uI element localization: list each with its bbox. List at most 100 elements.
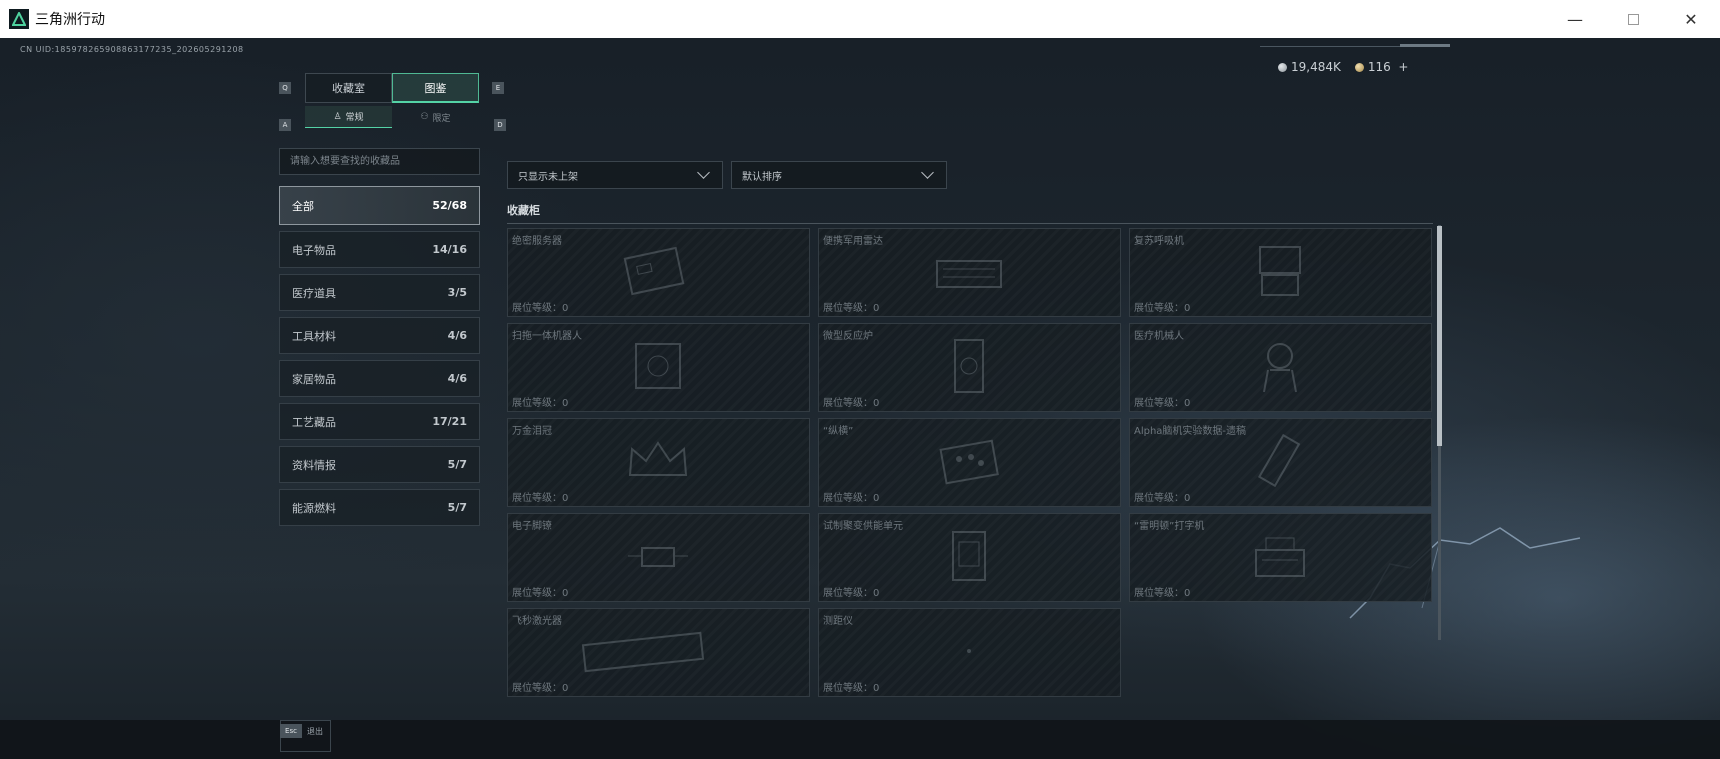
back-hint: Esc 退出 — [280, 724, 323, 738]
collection-card[interactable]: 试制聚变供能单元 展位等级：0 — [818, 513, 1121, 602]
category-tools[interactable]: 工具材料 4/6 — [279, 317, 480, 354]
card-name: 扫拖一体机器人 — [512, 331, 582, 342]
chevron-down-icon — [697, 166, 710, 179]
category-intel[interactable]: 资料情报 5/7 — [279, 446, 480, 483]
category-label: 医疗道具 — [292, 286, 336, 300]
category-count: 4/6 — [447, 372, 467, 385]
currency-bar: 19,484K 116 + — [1278, 60, 1408, 74]
card-name: “雷明顿”打字机 — [1134, 521, 1205, 532]
back-label: 退出 — [307, 726, 323, 736]
category-label: 工具材料 — [292, 329, 336, 343]
window-titlebar: 三角洲行动 — ✕ — [0, 0, 1720, 38]
category-energy[interactable]: 能源燃料 5/7 — [279, 489, 480, 526]
category-household[interactable]: 家居物品 4/6 — [279, 360, 480, 397]
subtab-regular-label: 常规 — [345, 113, 364, 123]
collection-card[interactable]: 电子脚镣 展位等级：0 — [507, 513, 810, 602]
card-name: 电子脚镣 — [512, 521, 552, 532]
subtab-limited-label: 限定 — [432, 113, 451, 124]
section-divider — [507, 223, 1433, 224]
collection-card[interactable]: 万金泪冠 展位等级：0 — [507, 418, 810, 507]
card-name: 便携军用雷达 — [823, 236, 883, 247]
app-logo-icon — [9, 9, 29, 29]
maximize-icon — [1627, 13, 1639, 25]
collection-card[interactable]: “雷明顿”打字机 展位等级：0 — [1129, 513, 1432, 602]
card-level: 展位等级：0 — [1134, 303, 1191, 314]
radar-icon — [936, 260, 1002, 288]
add-currency-button[interactable]: + — [1398, 60, 1408, 74]
key-hint-q: Q — [279, 82, 291, 94]
collection-card[interactable]: 便携军用雷达 展位等级：0 — [818, 228, 1121, 317]
category-electronics[interactable]: 电子物品 14/16 — [279, 231, 480, 268]
subtab-limited[interactable]: ⚇ 限定 — [392, 106, 479, 128]
limited-icon: ⚇ — [420, 112, 429, 122]
collection-card[interactable]: 飞秒激光器 展位等级：0 — [507, 608, 810, 697]
category-list: 全部 52/68 电子物品 14/16 医疗道具 3/5 工具材料 4/6 家居物品 4/… — [279, 186, 480, 532]
chevron-down-icon — [921, 166, 934, 179]
player-uid: CN UID:185978265908863177235_20260529120… — [20, 45, 244, 54]
bottom-bar — [0, 720, 1720, 759]
card-name: Alpha脑机实验数据-遗稿 — [1134, 426, 1247, 437]
category-count: 17/21 — [432, 415, 467, 428]
respirator-icon — [1259, 246, 1301, 296]
card-level: 展位等级：0 — [1134, 588, 1191, 599]
minimize-button[interactable]: — — [1546, 0, 1604, 38]
sub-tabs: ♙ 常规 ⚇ 限定 — [305, 106, 479, 128]
card-level: 展位等级：0 — [823, 588, 880, 599]
card-name: “纵横” — [823, 426, 854, 437]
tab-catalog[interactable]: 图鉴 — [392, 73, 479, 103]
category-count: 52/68 — [432, 199, 467, 212]
card-level: 展位等级：0 — [512, 398, 569, 409]
silver-coin-icon — [1278, 63, 1287, 72]
shelf-filter-dropdown[interactable]: 只显示未上架 — [507, 161, 723, 189]
tab-collection-room[interactable]: 收藏室 — [305, 73, 392, 103]
collection-card[interactable]: “纵横” 展位等级：0 — [818, 418, 1121, 507]
collection-search-input[interactable] — [279, 148, 480, 175]
category-crafts[interactable]: 工艺藏品 17/21 — [279, 403, 480, 440]
category-medical[interactable]: 医疗道具 3/5 — [279, 274, 480, 311]
fusion-unit-icon — [952, 531, 986, 581]
category-count: 5/7 — [447, 458, 467, 471]
reactor-icon — [954, 339, 984, 393]
sort-dropdown[interactable]: 默认排序 — [731, 161, 947, 189]
collection-card[interactable]: 医疗机械人 展位等级：0 — [1129, 323, 1432, 412]
window-title: 三角洲行动 — [35, 12, 105, 28]
collection-card[interactable]: 绝密服务器 展位等级：0 — [507, 228, 810, 317]
key-hint-e: E — [492, 82, 504, 94]
card-level: 展位等级：0 — [823, 683, 880, 694]
silver-currency: 19,484K — [1278, 60, 1341, 74]
card-name: 医疗机械人 — [1134, 331, 1184, 342]
card-name: 微型反应炉 — [823, 331, 873, 342]
category-label: 资料情报 — [292, 458, 336, 472]
subtab-regular[interactable]: ♙ 常规 — [305, 106, 392, 128]
top-decoration-bar — [1400, 44, 1450, 47]
category-all[interactable]: 全部 52/68 — [279, 186, 480, 225]
silver-amount: 19,484K — [1291, 60, 1341, 74]
maximize-button[interactable] — [1604, 0, 1662, 38]
collection-card[interactable]: 微型反应炉 展位等级：0 — [818, 323, 1121, 412]
collection-card[interactable]: 扫拖一体机器人 展位等级：0 — [507, 323, 810, 412]
close-button[interactable]: ✕ — [1662, 0, 1720, 38]
key-hint-a: A — [279, 119, 291, 131]
card-level: 展位等级：0 — [823, 493, 880, 504]
category-count: 5/7 — [447, 501, 467, 514]
card-name: 飞秒激光器 — [512, 616, 562, 627]
card-level: 展位等级：0 — [512, 493, 569, 504]
main-tabs: 收藏室 图鉴 — [305, 73, 479, 103]
collection-card[interactable]: 复苏呼吸机 展位等级：0 — [1129, 228, 1432, 317]
card-name: 绝密服务器 — [512, 236, 562, 247]
collection-card[interactable]: Alpha脑机实验数据-遗稿 展位等级：0 — [1129, 418, 1432, 507]
card-level: 展位等级：0 — [512, 588, 569, 599]
category-label: 工艺藏品 — [292, 415, 336, 429]
gold-currency: 116 + — [1354, 60, 1408, 74]
medical-robot-icon — [1263, 343, 1297, 393]
category-count: 4/6 — [447, 329, 467, 342]
server-icon — [623, 246, 685, 296]
category-label: 能源燃料 — [292, 501, 336, 515]
card-name: 测距仪 — [823, 616, 853, 627]
card-name: 试制聚变供能单元 — [823, 521, 903, 532]
typewriter-icon — [1255, 537, 1305, 577]
grid-scroll-thumb[interactable] — [1437, 226, 1442, 446]
card-level: 展位等级：0 — [823, 398, 880, 409]
sort-value: 默认排序 — [742, 171, 782, 183]
collection-card[interactable]: 测距仪 展位等级：0 — [818, 608, 1121, 697]
